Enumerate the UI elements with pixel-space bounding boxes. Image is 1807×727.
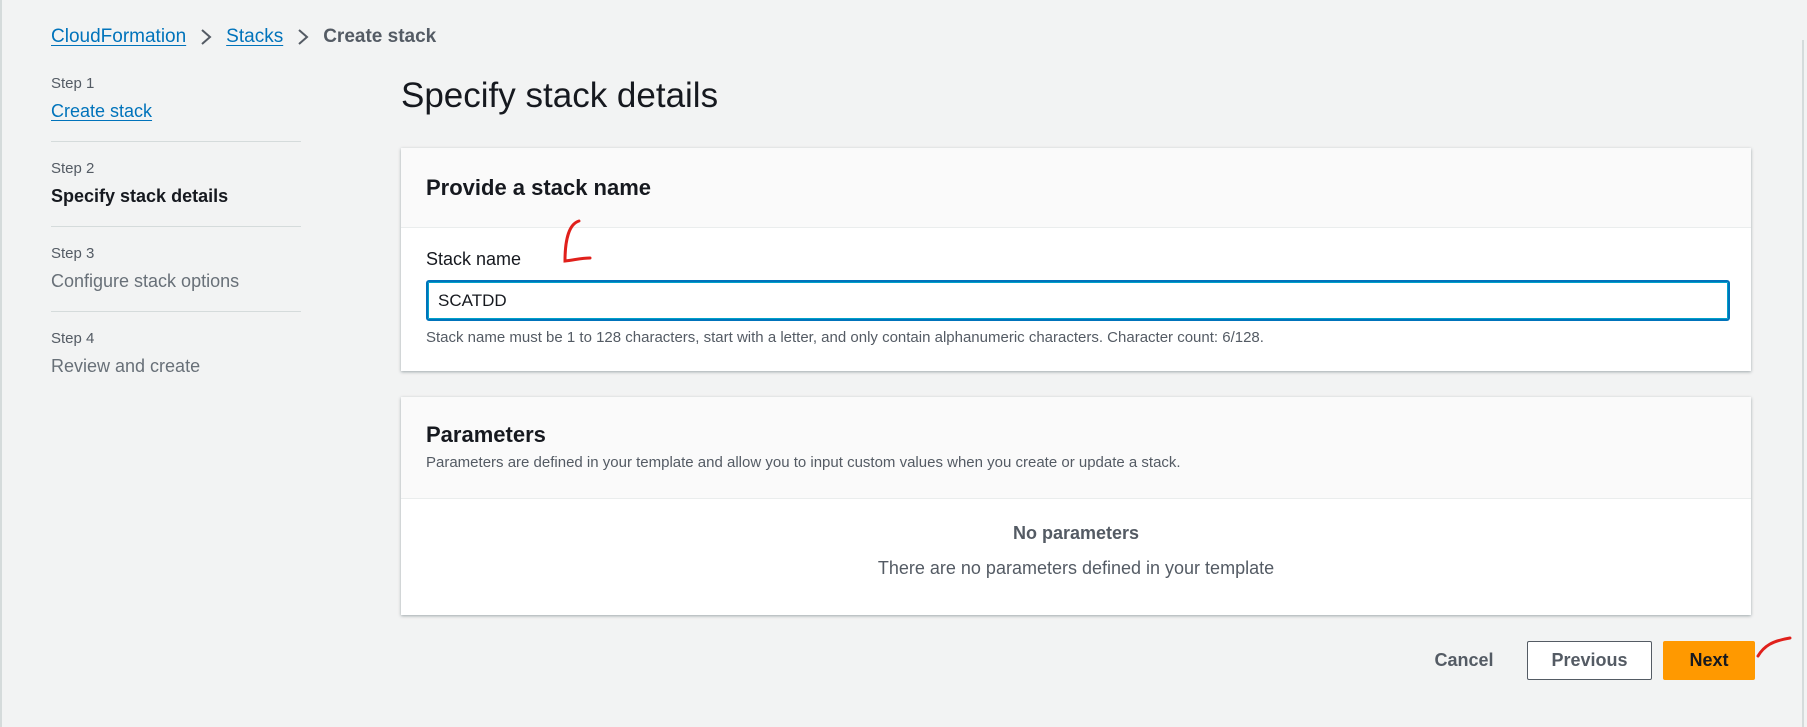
stack-name-constraint-text: Stack name must be 1 to 128 characters, … [426, 329, 1264, 346]
wizard-step-1: Step 1 Create stack [51, 75, 301, 142]
page-title: Specify stack details [401, 76, 719, 115]
breadcrumb-stacks[interactable]: Stacks [226, 26, 283, 48]
next-button[interactable]: Next [1663, 641, 1755, 680]
window-right-border [1802, 40, 1804, 727]
empty-state-description: There are no parameters defined in your … [877, 558, 1275, 578]
breadcrumb-cloudformation[interactable]: CloudFormation [51, 26, 186, 48]
wizard-step-4: Step 4 Review and create [51, 330, 301, 396]
cancel-button[interactable]: Cancel [1414, 641, 1514, 680]
chevron-right-icon [186, 24, 226, 50]
step-label: Configure stack options [51, 271, 240, 291]
red-pen-mark [563, 219, 592, 263]
wizard-step-3: Step 3 Configure stack options [51, 245, 301, 312]
step-number: Step 1 [51, 75, 95, 92]
parameters-panel: Parameters Parameters are defined in you… [401, 397, 1751, 615]
step-number: Step 2 [51, 160, 95, 177]
panel-title: Provide a stack name [426, 174, 652, 200]
breadcrumb-create-stack: Create stack [323, 26, 437, 47]
panel-title: Parameters [426, 422, 546, 447]
step-label: Review and create [51, 356, 201, 376]
panel-header: Parameters Parameters are defined in you… [401, 397, 1751, 499]
step-number: Step 3 [51, 245, 95, 262]
panel-description: Parameters are defined in your template … [426, 454, 1181, 471]
stack-name-input[interactable] [426, 280, 1730, 321]
previous-button[interactable]: Previous [1527, 641, 1652, 680]
step-label-current: Specify stack details [51, 186, 229, 206]
window-left-border [0, 0, 2, 727]
panel-header: Provide a stack name [401, 148, 1751, 228]
step-number: Step 4 [51, 330, 95, 347]
empty-state: No parameters There are no parameters de… [401, 499, 1751, 579]
stack-name-label: Stack name [426, 249, 522, 269]
breadcrumb: CloudFormation Stacks Create stack [51, 24, 436, 50]
chevron-right-icon [283, 24, 323, 50]
wizard-step-2: Step 2 Specify stack details [51, 160, 301, 227]
stack-name-panel: Provide a stack name Stack name Stack na… [401, 148, 1751, 371]
red-pen-mark [1756, 636, 1792, 658]
wizard-steps-nav: Step 1 Create stack Step 2 Specify stack… [51, 75, 301, 414]
empty-state-title: No parameters [1012, 523, 1140, 543]
step-link-create-stack[interactable]: Create stack [51, 99, 301, 123]
